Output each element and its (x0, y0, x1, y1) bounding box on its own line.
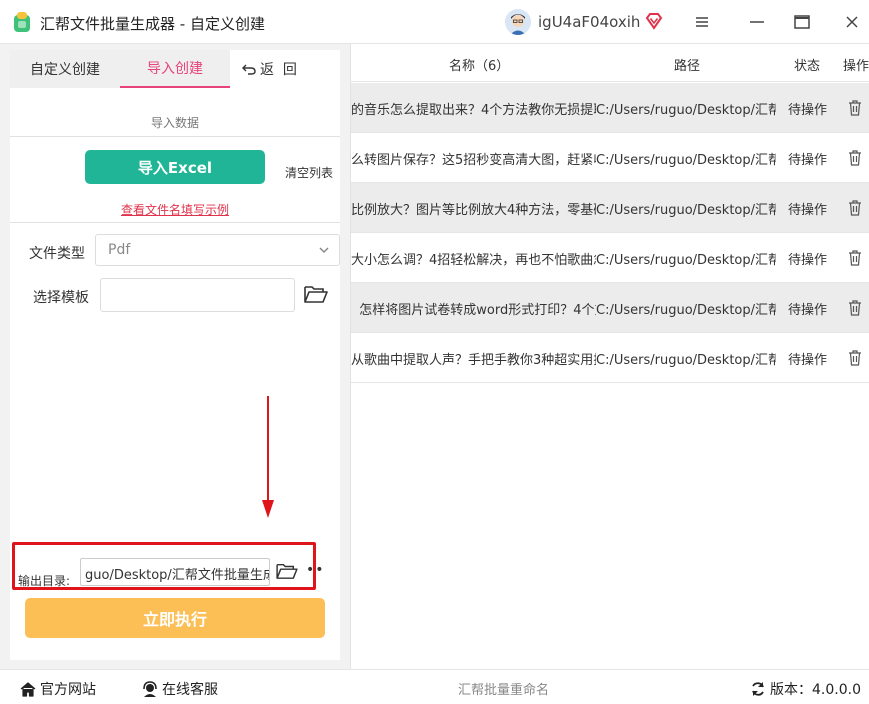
minimize-icon[interactable] (745, 10, 769, 34)
back-label: 返 回 (260, 62, 297, 78)
col-status[interactable]: 状态 (794, 55, 820, 74)
folder-open-icon[interactable] (304, 284, 328, 304)
trash-icon[interactable] (848, 150, 862, 166)
table-row[interactable]: 比例放大？图片等比例放大4种方法，零基础秒 C:/Users/ruguo/Des… (351, 183, 869, 233)
table-row[interactable]: 怎样将图片试卷转成word形式打印？4个方法 C:/Users/ruguo/De… (351, 283, 869, 333)
row-status: 待操作 (788, 253, 828, 268)
example-link[interactable]: 查看文件名填写示例 (10, 201, 340, 218)
row-status: 待操作 (788, 203, 828, 218)
output-dir-input[interactable]: guo/Desktop/汇帮文件批量生成器 (80, 558, 270, 586)
back-button[interactable]: 返 回 (242, 50, 312, 88)
username[interactable]: igU4aF04oxih (538, 13, 640, 31)
app-logo-icon (14, 12, 30, 32)
close-icon[interactable] (840, 10, 864, 34)
section-title: 导入数据 (150, 116, 199, 130)
template-input[interactable] (100, 278, 295, 312)
back-arrow-icon (242, 64, 256, 75)
row-path: C:/Users/ruguo/Desktop/汇帮文 (596, 353, 776, 368)
trash-icon[interactable] (848, 350, 862, 366)
footer: 官方网站 在线客服 汇帮批量重命名 版本：4.0.0.0 (0, 669, 869, 704)
row-name: 大小怎么调？4招轻松解决，再也不怕歌曲忽大 (351, 253, 596, 268)
row-name: 从歌曲中提取人声？手把手教你3种超实用技巧 (351, 353, 596, 368)
import-excel-button[interactable]: 导入Excel (85, 150, 265, 184)
row-path: C:/Users/ruguo/Desktop/汇帮文 (596, 253, 776, 268)
execute-button[interactable]: 立即执行 (25, 598, 325, 638)
website-label: 官方网站 (40, 682, 96, 698)
file-type-value: Pdf (108, 242, 131, 258)
support-label: 在线客服 (162, 682, 218, 698)
clear-list-button[interactable]: 清空列表 (285, 164, 333, 181)
customer-service-icon (143, 681, 157, 697)
row-name: 怎样将图片试卷转成word形式打印？4个方法 (351, 303, 596, 318)
row-path: C:/Users/ruguo/Desktop/汇帮文 (596, 203, 776, 218)
trash-icon[interactable] (848, 250, 862, 266)
row-status: 待操作 (788, 303, 828, 318)
row-path: C:/Users/ruguo/Desktop/汇帮文 (596, 303, 776, 318)
more-options-button[interactable]: •• (306, 562, 325, 578)
table-row[interactable]: 么转图片保存？这5招秒变高清大图，赶紧收藏 C:/Users/ruguo/Des… (351, 133, 869, 183)
avatar-icon (505, 9, 531, 35)
tab-custom-create[interactable]: 自定义创建 (10, 50, 120, 88)
col-action: 操作 (843, 59, 869, 74)
row-name: 么转图片保存？这5招秒变高清大图，赶紧收藏 (351, 153, 596, 168)
divider (10, 222, 340, 223)
row-path: C:/Users/ruguo/Desktop/汇帮文 (596, 153, 776, 168)
col-path[interactable]: 路径 (674, 55, 700, 74)
row-status: 待操作 (788, 103, 828, 118)
support-link[interactable]: 在线客服 (142, 679, 218, 699)
maximize-icon[interactable] (790, 10, 814, 34)
version-info[interactable]: 版本：4.0.0.0 (750, 679, 861, 699)
row-status: 待操作 (788, 353, 828, 368)
template-label: 选择模板 (33, 290, 89, 306)
trash-icon[interactable] (848, 200, 862, 216)
row-path: C:/Users/ruguo/Desktop/汇帮文 (596, 103, 776, 118)
output-dir-label: 输出目录: (18, 574, 71, 588)
table-header: 名称（6） 路径 状态 操作 (351, 44, 869, 82)
home-icon (20, 681, 36, 697)
row-name: 比例放大？图片等比例放大4种方法，零基础秒 (351, 203, 596, 218)
tab-import-create[interactable]: 导入创建 (120, 50, 230, 88)
red-arrow-annotation (262, 396, 274, 518)
trash-icon[interactable] (848, 100, 862, 116)
table-row[interactable]: 大小怎么调？4招轻松解决，再也不怕歌曲忽大 C:/Users/ruguo/Des… (351, 233, 869, 283)
col-name[interactable]: 名称（6） (449, 55, 509, 74)
tab-bar: 自定义创建 导入创建 返 回 (10, 50, 340, 90)
footer-product-name: 汇帮批量重命名 (458, 683, 550, 698)
title-bar: 汇帮文件批量生成器 - 自定义创建 igU4aF04oxih (0, 0, 869, 44)
version-label: 版本：4.0.0.0 (770, 682, 861, 698)
file-type-label: 文件类型 (29, 246, 85, 262)
table-row[interactable]: 的音乐怎么提取出来？4个方法教你无损提取， C:/Users/ruguo/Des… (351, 83, 869, 133)
avatar[interactable] (505, 9, 531, 35)
chevron-down-icon (319, 247, 329, 254)
refresh-icon (752, 682, 764, 696)
left-panel: 自定义创建 导入创建 返 回 导入数据 导入Excel 清空列表 查看文件名填写… (0, 44, 350, 669)
window-title: 汇帮文件批量生成器 - 自定义创建 (40, 15, 265, 33)
vip-diamond-icon[interactable] (645, 12, 663, 30)
file-type-select[interactable]: Pdf (95, 234, 340, 266)
trash-icon[interactable] (848, 300, 862, 316)
row-name: 的音乐怎么提取出来？4个方法教你无损提取， (351, 103, 596, 118)
website-link[interactable]: 官方网站 (20, 679, 96, 699)
row-status: 待操作 (788, 153, 828, 168)
menu-icon[interactable] (690, 10, 714, 34)
output-folder-icon[interactable] (276, 562, 298, 580)
file-table: 名称（6） 路径 状态 操作 的音乐怎么提取出来？4个方法教你无损提取， C:/… (350, 44, 869, 669)
table-row[interactable]: 从歌曲中提取人声？手把手教你3种超实用技巧 C:/Users/ruguo/Des… (351, 333, 869, 383)
left-card: 自定义创建 导入创建 返 回 导入数据 导入Excel 清空列表 查看文件名填写… (10, 50, 340, 660)
divider (10, 136, 340, 137)
